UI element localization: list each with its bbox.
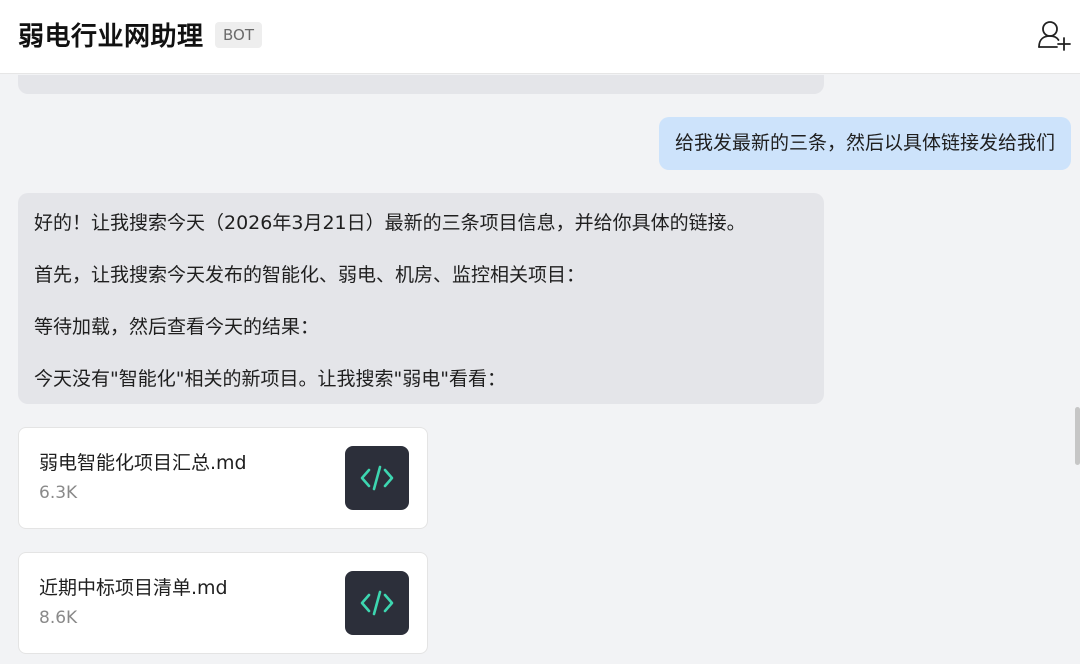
scrollbar-thumb[interactable] [1075,407,1080,465]
bot-message-line: 好的！让我搜索今天（2026年3月21日）最新的三条项目信息，并给你具体的链接。 [34,212,746,234]
file-size: 8.6K [39,608,78,628]
code-icon [345,446,409,510]
bot-message-line: 首先，让我搜索今天发布的智能化、弱电、机房、监控相关项目： [34,264,586,286]
bot-badge: BOT [215,22,262,48]
page-title: 弱电行业网助理 [18,22,204,52]
file-name: 弱电智能化项目汇总.md [39,452,247,474]
bot-message-line: 今天没有"智能化"相关的新项目。让我搜索"弱电"看看： [34,368,506,390]
previous-message-bubble [18,75,824,94]
user-message-bubble: 给我发最新的三条，然后以具体链接发给我们 [658,117,1071,170]
code-icon [345,571,409,635]
chat-area[interactable]: 给我发最新的三条，然后以具体链接发给我们 好的！让我搜索今天（2026年3月21… [0,75,1080,664]
chat-header: 弱电行业网助理 BOT [0,0,1080,74]
file-card-project-summary[interactable]: 弱电智能化项目汇总.md 6.3K [18,427,428,529]
bot-message-line: 等待加载，然后查看今天的结果： [34,316,320,338]
add-user-icon[interactable] [1036,18,1072,54]
file-size: 6.3K [39,483,78,503]
file-card-bid-list[interactable]: 近期中标项目清单.md 8.6K [18,552,428,654]
file-name: 近期中标项目清单.md [39,577,228,599]
bot-message-bubble: 好的！让我搜索今天（2026年3月21日）最新的三条项目信息，并给你具体的链接。… [18,193,824,404]
